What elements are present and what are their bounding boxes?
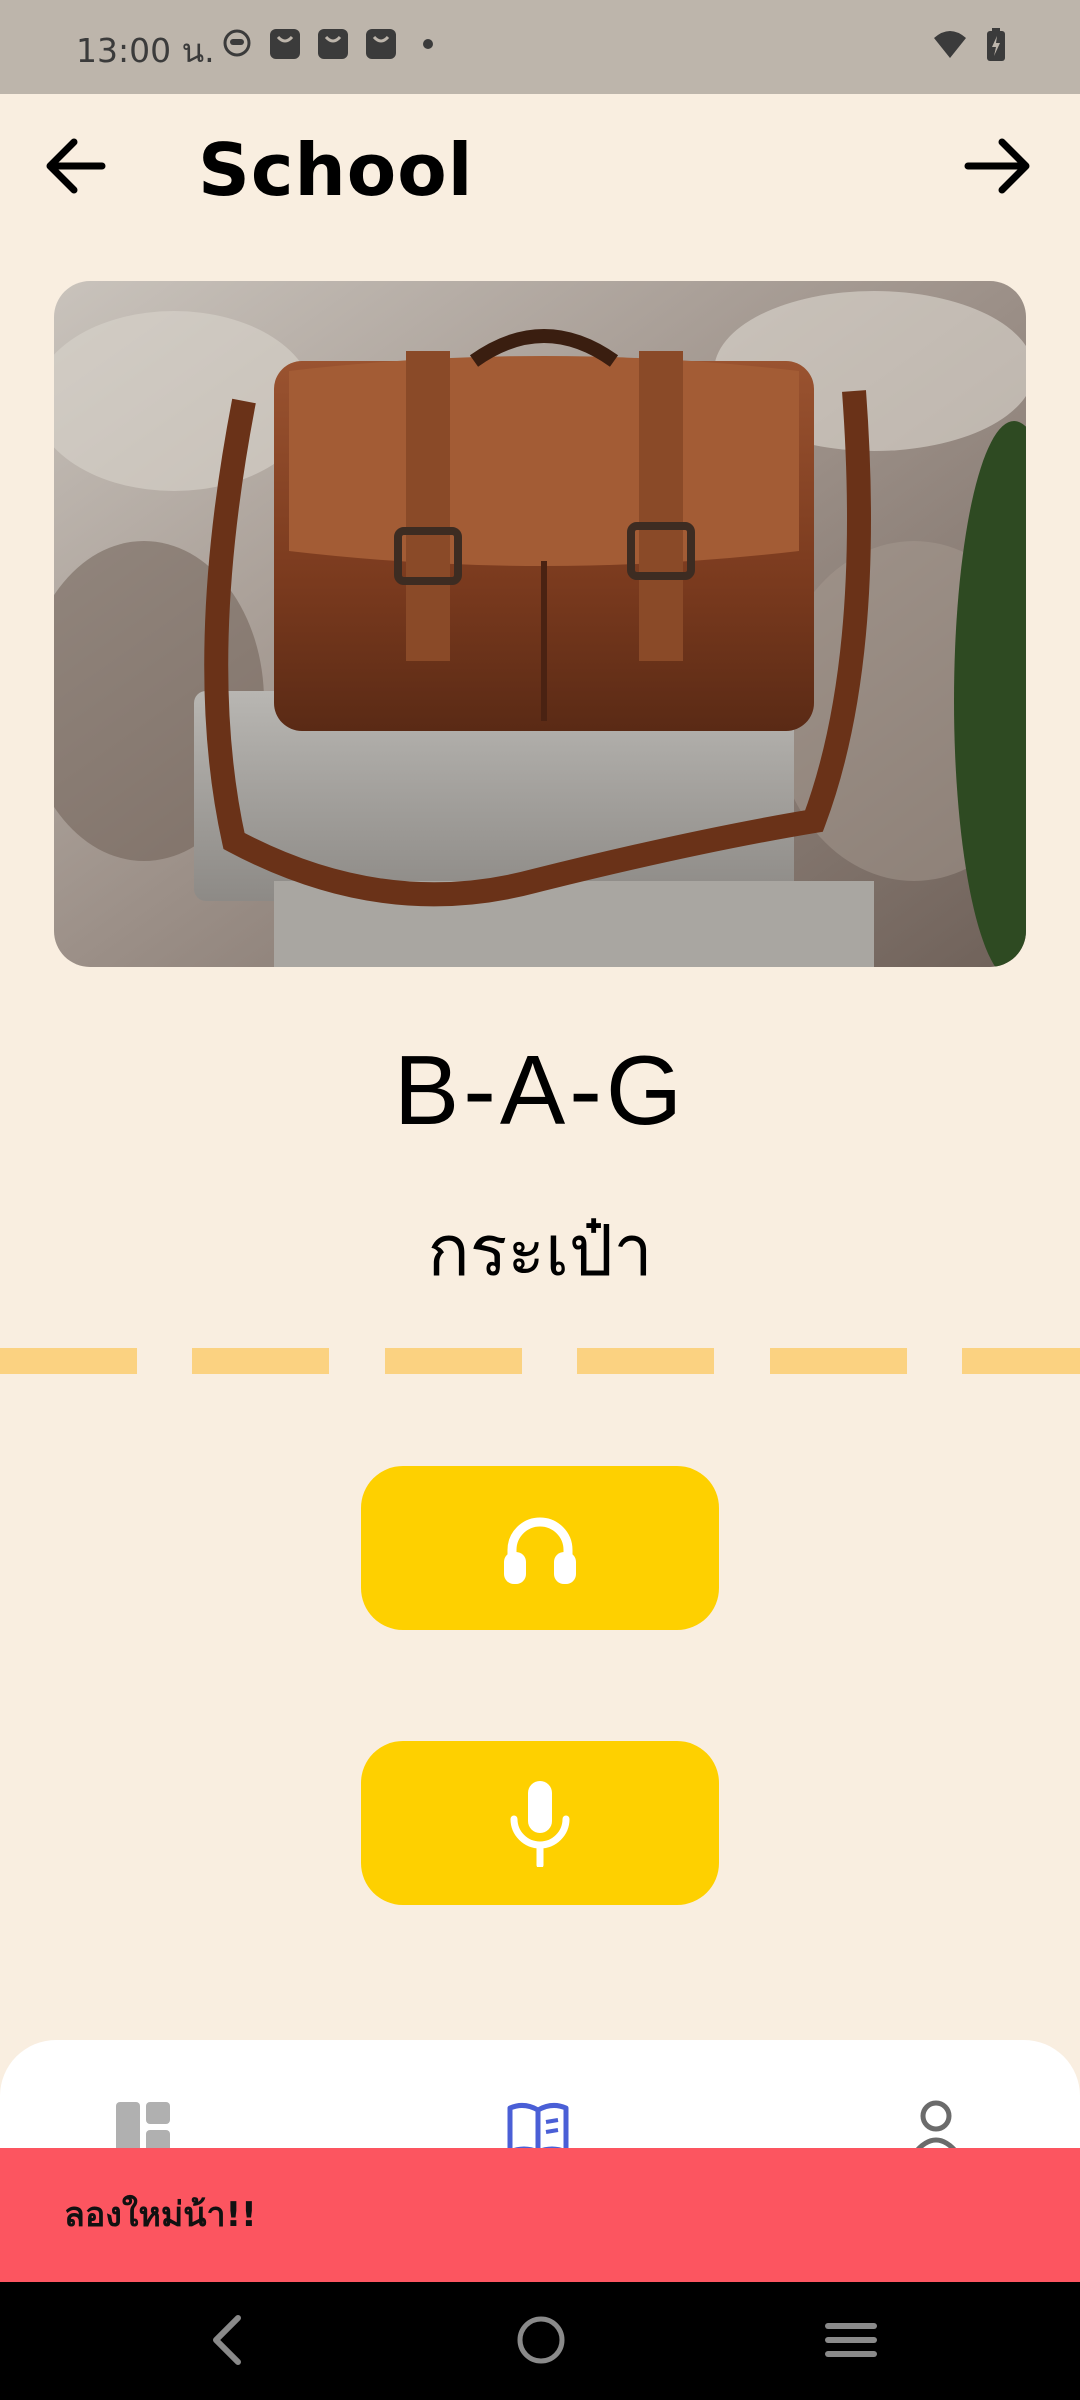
next-arrow-icon[interactable] [958, 128, 1038, 204]
microphone-icon [510, 1781, 570, 1867]
dot-icon [423, 39, 433, 49]
speak-button[interactable] [361, 1741, 719, 1905]
page-title: School [198, 128, 474, 212]
vocabulary-word: B-A-G [393, 1035, 687, 1145]
listen-button[interactable] [361, 1466, 719, 1630]
face-icon [223, 29, 251, 57]
status-bar: 13:00 น. [0, 0, 1080, 94]
battery-charging-icon [987, 28, 1005, 61]
status-time: 13:00 น. [76, 31, 215, 70]
vocabulary-image [54, 281, 1026, 967]
bag-icon [270, 29, 300, 59]
vocabulary-translation: กระเป๋า [427, 1210, 653, 1292]
feedback-snackbar: ลองใหม่น้า!! [0, 2148, 1080, 2282]
book-icon[interactable] [506, 2100, 570, 2154]
snackbar-message: ลองใหม่น้า!! [64, 2195, 257, 2235]
dashed-divider [0, 1348, 1080, 1374]
dashboard-icon[interactable] [114, 2100, 172, 2154]
headphones-icon [504, 1517, 576, 1584]
system-back-icon[interactable] [206, 2312, 246, 2368]
wifi-icon [934, 31, 966, 58]
profile-icon[interactable] [910, 2100, 962, 2154]
back-arrow-icon[interactable] [40, 128, 116, 204]
system-home-icon[interactable] [514, 2312, 568, 2368]
system-menu-icon[interactable] [824, 2312, 878, 2368]
system-nav-bar [0, 2282, 1080, 2400]
bag-icon [366, 29, 396, 59]
bag-icon [318, 29, 348, 59]
